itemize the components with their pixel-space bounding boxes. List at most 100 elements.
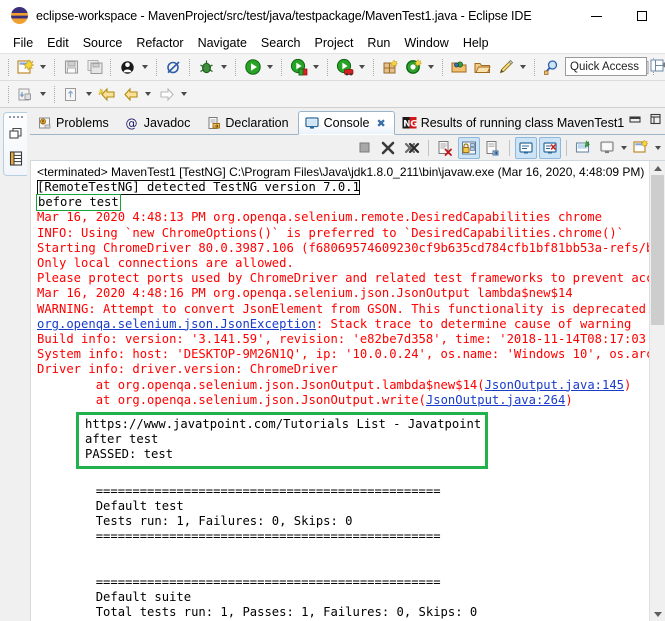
- menu-item-edit[interactable]: Edit: [40, 34, 76, 52]
- left-view-rail: [0, 108, 30, 621]
- toolbar-separator: [54, 85, 56, 103]
- console-text-area[interactable]: <terminated> MavenTest1 [TestNG] C:\Prog…: [31, 161, 649, 621]
- menu-item-refactor[interactable]: Refactor: [129, 34, 190, 52]
- console-line-stacktrace: at org.openqa.selenium.json.JsonOutput.w…: [36, 393, 649, 408]
- restore-view-icon[interactable]: [7, 125, 25, 143]
- skip-breakpoints-dropdown-arrow[interactable]: [139, 57, 150, 78]
- eclipse-ide-window: eclipse-workspace - MavenProject/src/tes…: [0, 0, 665, 621]
- new-wizard-dropdown-arrow[interactable]: [37, 57, 48, 78]
- pencil-dropdown-arrow[interactable]: [517, 57, 528, 78]
- console-toolbar: [30, 135, 665, 161]
- pencil-icon[interactable]: [495, 57, 516, 78]
- stacktrace-link[interactable]: JsonOutput.java:264: [426, 393, 565, 407]
- debug-dropdown-arrow[interactable]: [218, 57, 229, 78]
- new-java-package-icon[interactable]: [380, 57, 401, 78]
- console-caret: [RemoteTestNG] detected TestNG version 7…: [37, 180, 360, 196]
- console-line: before test: [36, 194, 649, 212]
- coverage-dropdown-arrow[interactable]: [356, 57, 367, 78]
- tab-declaration[interactable]: Declaration: [199, 110, 297, 134]
- save-icon[interactable]: [61, 57, 82, 78]
- perspective-switcher-icon[interactable]: [649, 57, 665, 75]
- tab-problems[interactable]: Problems: [30, 110, 118, 134]
- run-test-dropdown-arrow[interactable]: [310, 57, 321, 78]
- tab-console[interactable]: Console ✖: [297, 111, 395, 135]
- remove-all-launches-icon[interactable]: [401, 137, 423, 159]
- menu-item-search[interactable]: Search: [254, 34, 308, 52]
- tab-javadoc[interactable]: @ Javadoc: [118, 110, 200, 134]
- console-line: after test: [85, 432, 159, 447]
- toolbar-separator: [327, 58, 329, 76]
- word-wrap-icon[interactable]: [482, 137, 504, 159]
- rail-grip[interactable]: [8, 116, 23, 118]
- remove-launch-icon[interactable]: [377, 137, 399, 159]
- menu-item-help[interactable]: Help: [456, 34, 496, 52]
- scroll-up-icon[interactable]: [650, 161, 665, 175]
- toolbar-separator: [8, 85, 10, 103]
- scroll-down-icon[interactable]: [650, 607, 665, 621]
- scroll-lock-icon[interactable]: [458, 136, 480, 159]
- console-line: Default test: [37, 499, 184, 514]
- maximize-view-icon[interactable]: [649, 112, 663, 126]
- run-dropdown-arrow[interactable]: [264, 57, 275, 78]
- console-view-stack: Problems @ Javadoc Declaration Console ✖…: [30, 108, 665, 621]
- exception-link[interactable]: org.openqa.selenium.json.JsonException: [37, 317, 316, 331]
- menu-item-source[interactable]: Source: [76, 34, 130, 52]
- display-selected-console-icon[interactable]: [596, 137, 618, 159]
- pin-console-icon[interactable]: [572, 137, 594, 159]
- menu-item-project[interactable]: Project: [308, 34, 361, 52]
- open-console-dropdown-arrow[interactable]: [653, 137, 663, 159]
- toolbar-separator: [373, 58, 375, 76]
- quick-access-field[interactable]: Quick Access: [565, 57, 647, 76]
- search-icon[interactable]: [541, 57, 562, 78]
- open-console-icon[interactable]: [630, 137, 652, 159]
- run-external-dropdown-arrow[interactable]: [83, 84, 94, 105]
- new-class-dropdown-arrow[interactable]: [425, 57, 436, 78]
- menu-bar: File Edit Source Refactor Navigate Searc…: [0, 32, 665, 54]
- display-selected-console-dropdown-arrow[interactable]: [619, 137, 629, 159]
- scrollbar-thumb[interactable]: [651, 175, 664, 325]
- forward-icon[interactable]: [120, 84, 141, 105]
- show-console-on-output-icon[interactable]: [515, 136, 537, 159]
- console-line: Mar 16, 2020 4:48:16 PM org.openqa.selen…: [37, 286, 573, 301]
- skip-breakpoints-icon[interactable]: [117, 57, 138, 78]
- run-icon[interactable]: [242, 57, 263, 78]
- back-icon[interactable]: [97, 84, 118, 105]
- open-task-icon[interactable]: [472, 57, 493, 78]
- menu-item-navigate[interactable]: Navigate: [191, 34, 254, 52]
- toolbar-separator: [54, 58, 56, 76]
- window-controls: [573, 0, 665, 32]
- menu-item-run[interactable]: Run: [360, 34, 397, 52]
- stacktrace-link[interactable]: JsonOutput.java:145: [485, 378, 624, 392]
- menu-item-file[interactable]: File: [6, 34, 40, 52]
- next-dropdown-arrow[interactable]: [178, 84, 189, 105]
- show-console-on-error-icon[interactable]: [539, 136, 561, 159]
- tab-label: Declaration: [225, 115, 289, 130]
- minimize-button[interactable]: [573, 0, 619, 32]
- close-icon[interactable]: ✖: [376, 117, 385, 130]
- package-explorer-icon[interactable]: [7, 149, 25, 167]
- maximize-button[interactable]: [619, 0, 665, 32]
- no-breakpoint-icon[interactable]: [163, 57, 184, 78]
- stacktrace-text: at org.openqa.selenium.json.JsonOutput.l…: [37, 377, 485, 392]
- new-class-icon[interactable]: [403, 57, 424, 78]
- console-line: Total tests run: 1, Passes: 1, Failures:…: [37, 605, 478, 620]
- coverage-icon[interactable]: [334, 57, 355, 78]
- console-icon: [305, 116, 320, 131]
- toolbar-separator: [281, 58, 283, 76]
- forward-dropdown-arrow[interactable]: [142, 84, 153, 105]
- menu-item-window[interactable]: Window: [397, 34, 455, 52]
- external-tools-dropdown-arrow[interactable]: [37, 84, 48, 105]
- clear-console-icon[interactable]: [434, 137, 456, 159]
- console-vertical-scrollbar[interactable]: [649, 161, 665, 621]
- console-line-stacktrace: at org.openqa.selenium.json.JsonOutput.l…: [36, 378, 649, 393]
- tab-results-of-running-class[interactable]: N G Results of running class MavenTest1: [395, 110, 634, 134]
- minimize-view-icon[interactable]: [628, 112, 642, 126]
- run-test-icon[interactable]: [288, 57, 309, 78]
- console-line: WARNING: Attempt to convert JsonElement …: [37, 301, 649, 316]
- new-wizard-icon[interactable]: [15, 57, 36, 78]
- exception-rest: : Stack trace to determine cause of warn…: [315, 316, 632, 331]
- debug-icon[interactable]: [196, 57, 217, 78]
- open-type-icon[interactable]: [449, 57, 470, 78]
- toolbar-separator: [534, 58, 536, 76]
